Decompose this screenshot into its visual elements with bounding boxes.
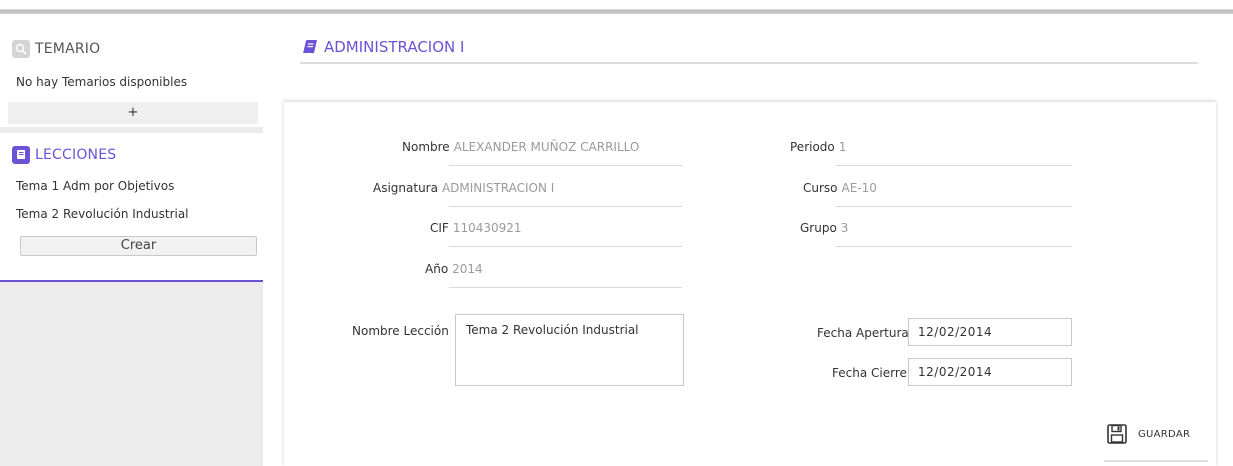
field-curso: Curso AE-10: [803, 181, 877, 195]
add-temario-button[interactable]: +: [8, 102, 258, 124]
field-grupo: Grupo 3: [800, 221, 848, 235]
page-title: ADMINISTRACION I: [302, 38, 464, 56]
field-anio: Año 2014: [425, 262, 483, 276]
field-label: Grupo: [800, 221, 837, 235]
field-label: Nombre: [402, 140, 450, 154]
fecha-apertura-input[interactable]: 12/02/2014: [908, 318, 1072, 346]
field-label: CIF: [430, 221, 449, 235]
temario-title: TEMARIO: [35, 41, 101, 57]
crear-button[interactable]: Crear: [20, 236, 257, 256]
divider: [836, 206, 1072, 207]
temario-empty-text: No hay Temarios disponibles: [16, 75, 188, 89]
field-value: 3: [840, 221, 849, 235]
field-cif: CIF 110430921: [430, 221, 522, 235]
field-value: ADMINISTRACION I: [441, 181, 555, 195]
field-nombre: Nombre ALEXANDER MUÑOZ CARRILLO: [402, 140, 639, 154]
book-icon: [12, 146, 30, 164]
leccion-item[interactable]: Tema 2 Revolución Industrial: [16, 207, 189, 221]
field-asignatura: Asignatura ADMINISTRACION I: [373, 181, 554, 195]
leccion-item[interactable]: Tema 1 Adm por Objetivos: [16, 179, 174, 193]
title-divider: [300, 62, 1198, 64]
divider: [449, 165, 682, 166]
top-bar: [0, 0, 1233, 14]
fecha-cierre-label: Fecha Cierre: [832, 366, 907, 380]
field-label: Año: [425, 262, 449, 276]
divider: [449, 206, 682, 207]
divider: [449, 287, 682, 288]
field-value: AE-10: [841, 181, 877, 195]
nombre-leccion-input[interactable]: Tema 2 Revolución Industrial: [455, 314, 684, 386]
page-title-text: ADMINISTRACION I: [324, 38, 465, 56]
field-label: Asignatura: [373, 181, 438, 195]
field-label: Periodo: [790, 140, 835, 154]
lesson-card: [284, 101, 1216, 466]
divider: [449, 246, 682, 247]
lecciones-title: LECCIONES: [35, 147, 117, 163]
field-value: 110430921: [452, 221, 522, 235]
divider: [836, 246, 1072, 247]
guardar-button[interactable]: GUARDAR: [1106, 423, 1190, 445]
nombre-leccion-label: Nombre Lección: [352, 324, 449, 338]
guardar-label: GUARDAR: [1138, 428, 1191, 440]
divider: [836, 165, 1072, 166]
lecciones-panel: LECCIONES Tema 1 Adm por Objetivos Tema …: [0, 133, 263, 282]
book-icon: [303, 40, 317, 53]
field-label: Curso: [803, 181, 838, 195]
search-icon: [12, 40, 30, 58]
field-value: 2014: [452, 262, 483, 276]
temario-header: TEMARIO: [12, 40, 100, 58]
field-value: ALEXANDER MUÑOZ CARRILLO: [453, 140, 640, 154]
save-icon: [1107, 424, 1127, 444]
temario-panel: TEMARIO No hay Temarios disponibles +: [0, 14, 263, 127]
divider: [1104, 460, 1208, 462]
field-periodo: Periodo 1: [790, 140, 846, 154]
sidebar: TEMARIO No hay Temarios disponibles + LE…: [0, 14, 263, 466]
field-value: 1: [838, 140, 847, 154]
fecha-cierre-input[interactable]: 12/02/2014: [908, 358, 1072, 386]
fecha-apertura-label: Fecha Apertura: [817, 326, 909, 340]
lecciones-header: LECCIONES: [12, 146, 116, 164]
